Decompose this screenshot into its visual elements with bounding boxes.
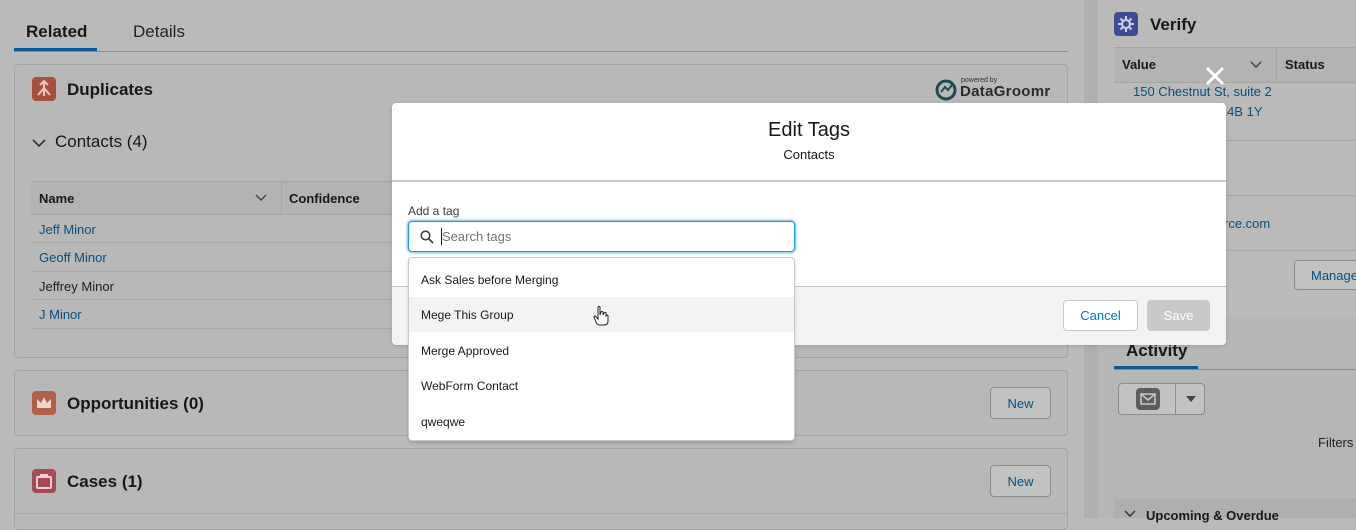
chevron-down-icon[interactable] [1124,510,1136,518]
merge-icon [32,77,56,101]
cancel-button[interactable]: Cancel [1063,300,1138,331]
column-header-confidence[interactable]: Confidence [289,191,360,206]
close-icon[interactable] [1203,64,1227,88]
datagroomr-logo-icon [935,79,957,101]
tag-options-dropdown: Ask Sales before Merging Mege This Group… [408,257,795,441]
tabs-divider [14,51,1068,52]
gear-badge-icon [1114,12,1138,36]
opportunities-title: Opportunities (0) [67,394,204,413]
modal-header: Edit Tags Contacts [392,103,1226,182]
filters-link[interactable]: Filters [1318,435,1353,450]
datagroomr-brand: DataGroomr [960,83,1051,100]
column-header-name[interactable]: Name [39,191,74,206]
cases-title: Cases (1) [67,472,143,491]
chevron-down-icon[interactable] [255,194,267,202]
tag-option[interactable]: Ask Sales before Merging [409,262,794,297]
contact-name: Jeffrey Minor [39,279,114,294]
search-tags-field[interactable] [408,221,795,252]
tag-option[interactable]: qweqwe [409,404,794,439]
email-link[interactable]: rce.com [1224,216,1270,231]
contact-link[interactable]: Jeff Minor [39,222,96,237]
duplicates-title: Duplicates [67,80,153,99]
verify-title: Verify [1150,15,1197,34]
new-case-button[interactable]: New [990,465,1051,497]
new-opportunity-button[interactable]: New [990,387,1051,419]
add-tag-label: Add a tag [408,204,460,218]
contact-link[interactable]: Geoff Minor [39,250,107,265]
column-header-value[interactable]: Value [1122,57,1156,72]
save-button[interactable]: Save [1147,300,1210,331]
briefcase-icon [32,469,56,493]
chevron-down-icon[interactable] [1186,396,1196,403]
tag-option[interactable]: WebForm Contact [409,368,794,403]
chevron-down-icon[interactable] [32,138,46,148]
tag-option[interactable]: Merge Approved [409,333,794,368]
modal-subtitle: Contacts [783,147,835,162]
upcoming-overdue-label[interactable]: Upcoming & Overdue [1146,508,1279,523]
crown-icon [32,391,56,415]
verify-table-header: Value Status [1114,47,1356,83]
pointer-hand-icon [593,306,609,326]
search-input[interactable] [442,226,782,247]
manage-button[interactable]: Manage [1294,260,1356,290]
contacts-section-toggle[interactable]: Contacts (4) [55,132,148,152]
tab-details[interactable]: Details [133,22,185,42]
tab-related[interactable]: Related [26,22,87,42]
datagroomr-logo: powered by DataGroomr [935,77,1051,103]
email-icon[interactable] [1136,388,1160,410]
modal-title: Edit Tags [768,119,850,141]
email-action-group [1118,383,1205,415]
column-header-status[interactable]: Status [1285,57,1325,72]
chevron-down-icon[interactable] [1250,61,1262,69]
contact-link[interactable]: J Minor [39,307,82,322]
search-icon [420,230,434,244]
